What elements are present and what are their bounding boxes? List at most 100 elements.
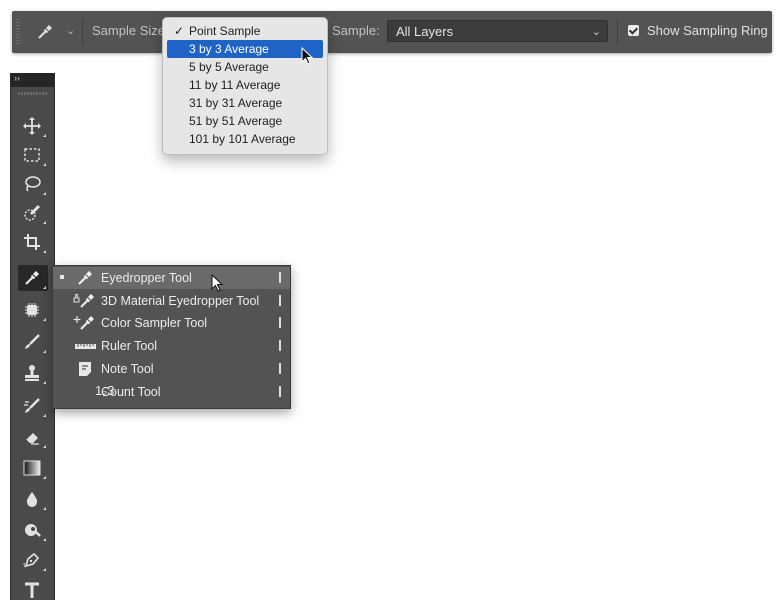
- marquee-icon: [24, 148, 40, 162]
- menu-item-label: 5 by 5 Average: [189, 60, 269, 74]
- tool-group-corner: [43, 250, 46, 253]
- flyout-item-ruler[interactable]: Ruler Tool: [53, 335, 290, 357]
- eyedropper-icon: [38, 25, 52, 39]
- eraser-icon: [25, 433, 39, 445]
- menu-item-31-by-31-average[interactable]: 31 by 31 Average: [167, 94, 323, 112]
- flyout-item-label: 3D Material Eyedropper Tool: [101, 294, 260, 308]
- tool-group-corner: [43, 221, 46, 224]
- menu-item-point-sample[interactable]: ✓ Point Sample: [167, 22, 323, 40]
- type-icon: [25, 582, 39, 598]
- tool-group-corner: [43, 134, 46, 137]
- menu-item-3-by-3-average[interactable]: 3 by 3 Average: [167, 40, 323, 58]
- brush-tool[interactable]: [18, 329, 48, 355]
- blur-tool[interactable]: [18, 486, 48, 512]
- blur-icon: [26, 492, 38, 507]
- type-tool[interactable]: [18, 577, 48, 603]
- tool-group-corner: [43, 192, 46, 195]
- collapse-panel-icon[interactable]: ››: [14, 73, 20, 83]
- tool-group-corner: [43, 318, 46, 321]
- lasso-tool[interactable]: [18, 171, 48, 197]
- tool-group-corner: [43, 414, 46, 417]
- menu-item-label: 31 by 31 Average: [189, 96, 283, 110]
- flyout-item-eyedropper[interactable]: Eyedropper Tool: [53, 267, 290, 289]
- history-brush-tool[interactable]: [18, 393, 48, 419]
- lasso-icon: [25, 176, 41, 192]
- quick-selection-icon: [24, 204, 41, 221]
- dodge-tool[interactable]: [18, 517, 48, 543]
- eraser-tool[interactable]: [18, 424, 48, 450]
- gradient-tool[interactable]: [18, 455, 48, 481]
- healing-icon: [25, 303, 39, 317]
- tool-group-corner: [43, 568, 46, 571]
- flyout-item-label: Ruler Tool: [101, 339, 158, 353]
- history-brush-icon: [24, 398, 40, 413]
- divider: [617, 19, 618, 45]
- crop-icon: [24, 234, 40, 250]
- tools-panel: ››: [10, 73, 55, 600]
- flyout-item-count[interactable]: 1₂3 Count Tool: [53, 381, 290, 403]
- shortcut-key: [279, 317, 281, 328]
- flyout-item-label: Note Tool: [101, 362, 154, 376]
- pen-icon: [23, 552, 40, 569]
- sample-size-menu: ✓ Point Sample 3 by 3 Average 5 by 5 Ave…: [162, 17, 328, 155]
- flyout-item-note[interactable]: Note Tool: [53, 358, 290, 380]
- divider: [82, 19, 83, 45]
- sample-select-value: All Layers: [396, 24, 454, 39]
- show-sampling-ring-label[interactable]: Show Sampling Ring: [647, 23, 768, 38]
- shortcut-key: [279, 272, 281, 283]
- menu-item-51-by-51-average[interactable]: 51 by 51 Average: [167, 112, 323, 130]
- panel-header[interactable]: ››: [11, 73, 54, 87]
- move-tool[interactable]: [18, 113, 48, 139]
- flyout-item-label: Eyedropper Tool: [101, 271, 192, 285]
- tool-preset-picker[interactable]: [34, 21, 64, 43]
- tool-group-corner: [43, 163, 46, 166]
- flyout-item-color-sampler[interactable]: Color Sampler Tool: [53, 312, 290, 334]
- options-bar: ⌄ Sample Size: Sample: All Layers ⌄ Show…: [12, 11, 772, 53]
- shortcut-key: [279, 340, 281, 351]
- sample-select[interactable]: All Layers ⌄: [387, 20, 608, 42]
- selected-bullet: [60, 275, 64, 279]
- marquee-tool[interactable]: [18, 142, 48, 168]
- sample-label: Sample:: [332, 23, 380, 38]
- crop-tool[interactable]: [18, 229, 48, 255]
- ruler-icon: [73, 337, 99, 355]
- menu-item-11-by-11-average[interactable]: 11 by 11 Average: [167, 76, 323, 94]
- tool-group-corner: [43, 381, 46, 384]
- quick-selection-tool[interactable]: [18, 200, 48, 226]
- menu-item-label: Point Sample: [189, 24, 261, 38]
- dodge-icon: [25, 524, 41, 537]
- 3d-eyedropper-icon: [73, 292, 99, 310]
- tool-group-corner: [43, 445, 46, 448]
- flyout-item-label: Color Sampler Tool: [101, 316, 208, 330]
- panel-grip[interactable]: [18, 92, 48, 95]
- clone-stamp-tool[interactable]: [18, 360, 48, 386]
- chevron-down-icon: ⌄: [591, 26, 601, 38]
- stamp-icon: [25, 365, 39, 381]
- eyedropper-icon: [25, 271, 39, 285]
- tool-group-corner: [43, 350, 46, 353]
- brush-icon: [25, 334, 40, 349]
- show-sampling-ring-checkbox[interactable]: [628, 25, 639, 36]
- eyedropper-icon: [73, 269, 99, 287]
- menu-item-101-by-101-average[interactable]: 101 by 101 Average: [167, 130, 323, 148]
- move-icon: [23, 117, 41, 135]
- menu-item-5-by-5-average[interactable]: 5 by 5 Average: [167, 58, 323, 76]
- shortcut-key: [279, 386, 281, 397]
- tool-group-corner: [43, 286, 46, 289]
- menu-item-label: 11 by 11 Average: [189, 78, 281, 92]
- sample-size-label: Sample Size:: [92, 23, 169, 38]
- flyout-item-3d-material-eyedropper[interactable]: 3D Material Eyedropper Tool: [53, 290, 290, 312]
- pen-tool[interactable]: [18, 547, 48, 573]
- count-icon: 1₂3: [95, 383, 115, 398]
- note-icon: [73, 360, 99, 378]
- options-bar-grip[interactable]: [16, 19, 20, 45]
- checkmark-icon: ✓: [174, 24, 185, 38]
- color-sampler-icon: [73, 314, 99, 332]
- eyedropper-tool-flyout: Eyedropper Tool 3D Material Eyedropper T…: [52, 265, 291, 409]
- healing-brush-tool[interactable]: [18, 297, 48, 323]
- tool-group-corner: [43, 476, 46, 479]
- flyout-item-label: Count Tool: [101, 385, 161, 399]
- eyedropper-tool[interactable]: [18, 265, 48, 291]
- chevron-down-icon[interactable]: ⌄: [66, 24, 75, 37]
- shortcut-key: [279, 363, 281, 374]
